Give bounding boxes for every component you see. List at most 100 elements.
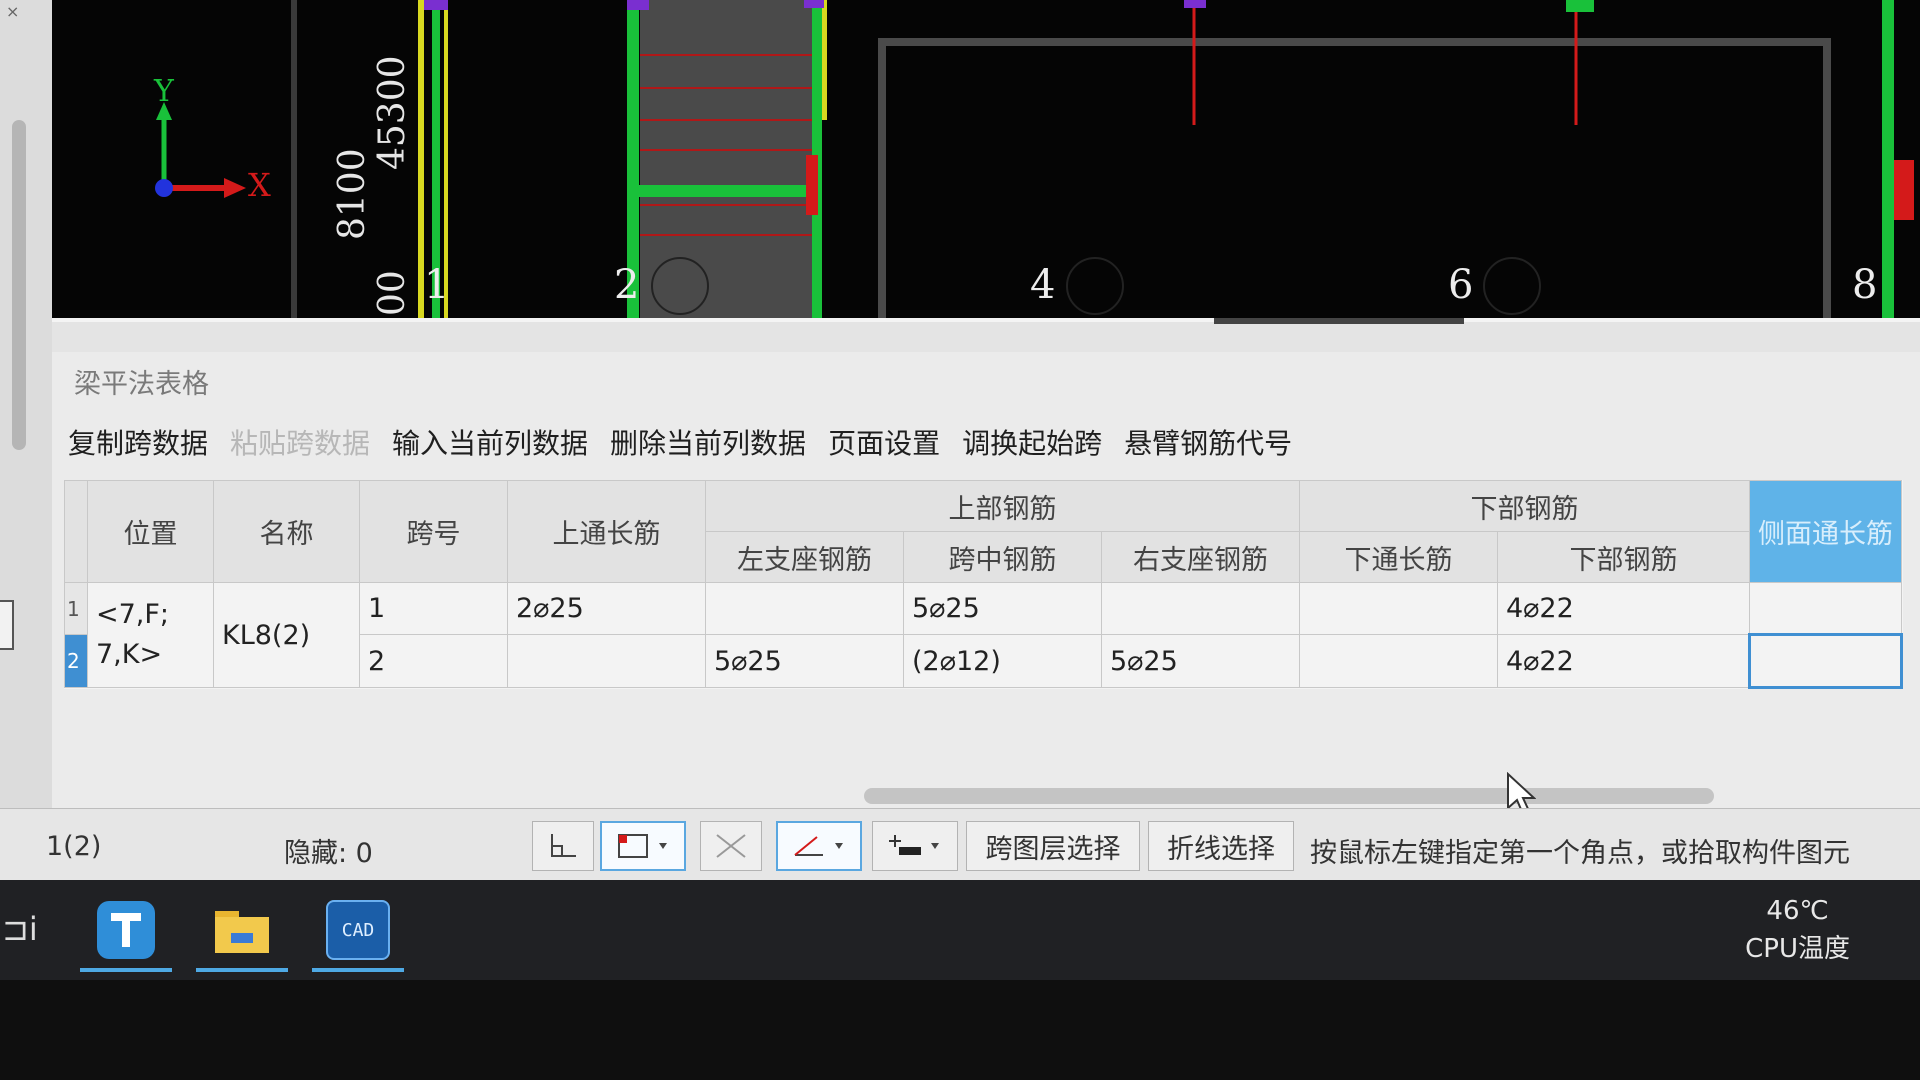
header-row-1: 位置 名称 跨号 上通长筋 上部钢筋 下部钢筋 侧面通长筋	[64, 480, 1902, 583]
axis-number-1: 1	[424, 262, 450, 308]
name-cell[interactable]: KL8(2)	[213, 582, 360, 688]
panel-toolbar: 复制跨数据 粘贴跨数据 输入当前列数据 删除当前列数据 页面设置 调换起始跨 悬…	[68, 422, 1292, 470]
row-number[interactable]: 1	[64, 582, 88, 635]
hidden-count: 隐藏: 0	[284, 838, 373, 869]
axis-bubble	[1066, 257, 1124, 315]
file-explorer-button[interactable]	[196, 898, 288, 972]
axis-number-8: 8	[1852, 262, 1878, 308]
copy-span-button[interactable]: 复制跨数据	[68, 422, 208, 470]
floor-indicator: 1(2)	[46, 831, 102, 862]
axis-bubble	[1483, 257, 1541, 315]
top-left-cell[interactable]	[705, 582, 904, 635]
running-indicator	[312, 968, 404, 972]
cpu-temperature-label: CPU温度	[1745, 934, 1850, 964]
rect-select-icon	[618, 834, 667, 858]
rect-select-button[interactable]	[600, 821, 686, 871]
header-top-mid[interactable]: 跨中钢筋	[903, 531, 1102, 583]
header-bottom-through[interactable]: 下通长筋	[1299, 531, 1498, 583]
bottom-through-cell[interactable]	[1299, 582, 1498, 635]
position-line: <7,F;	[96, 599, 170, 630]
header-top-through[interactable]: 上通长筋	[507, 480, 706, 583]
running-indicator	[196, 968, 288, 972]
header-bottom-bars[interactable]: 下部钢筋	[1497, 531, 1750, 583]
cpu-temperature-widget[interactable]: 46℃ CPU温度	[1745, 892, 1850, 968]
ortho-button[interactable]	[532, 821, 594, 871]
position-line: 7,K>	[96, 639, 163, 670]
side-through-cell[interactable]	[1749, 582, 1902, 635]
file-explorer-icon	[215, 911, 269, 953]
left-side-panel: ×	[0, 0, 53, 880]
red-marker	[1894, 160, 1914, 220]
span-cell[interactable]: 2	[359, 634, 508, 688]
angle-snap-icon	[794, 836, 843, 856]
row-number[interactable]: 2	[64, 634, 88, 688]
top-mid-cell[interactable]: 5⌀25	[903, 582, 1102, 635]
input-column-button[interactable]: 输入当前列数据	[392, 422, 588, 470]
beam-green	[639, 185, 814, 197]
beam-table-panel: 梁平法表格 复制跨数据 粘贴跨数据 输入当前列数据 删除当前列数据 页面设置 调…	[52, 352, 1920, 816]
cad-app-button[interactable]: CAD	[312, 898, 404, 972]
table-row: 1 <7,F; 7,K> KL8(2) 1 2⌀25 5⌀25 4⌀22	[64, 582, 1902, 688]
axis-number-2: 2	[614, 262, 640, 308]
side-tab[interactable]	[0, 600, 14, 650]
ucs-origin	[155, 179, 173, 197]
page-setup-button[interactable]: 页面设置	[828, 422, 940, 470]
top-right-cell[interactable]: 5⌀25	[1101, 634, 1300, 688]
header-top-left[interactable]: 左支座钢筋	[705, 531, 904, 583]
close-icon[interactable]: ×	[6, 2, 19, 21]
top-through-cell[interactable]	[507, 634, 706, 688]
paste-span-button[interactable]: 粘贴跨数据	[230, 422, 370, 470]
delete-column-button[interactable]: 删除当前列数据	[610, 422, 806, 470]
header-top-group: 上部钢筋	[705, 480, 1300, 532]
bottom-through-cell[interactable]	[1299, 634, 1498, 688]
bottom-bars-cell[interactable]: 4⌀22	[1497, 582, 1750, 635]
header-span[interactable]: 跨号	[359, 480, 508, 583]
ucs-y-label: Y	[154, 74, 174, 109]
room-outline	[878, 38, 1831, 318]
snap-mode-icon	[889, 835, 939, 855]
top-left-cell[interactable]: 5⌀25	[705, 634, 904, 688]
red-marker	[806, 155, 818, 215]
running-indicator	[80, 968, 172, 972]
top-through-cell[interactable]: 2⌀25	[507, 582, 706, 635]
header-top-right[interactable]: 右支座钢筋	[1101, 531, 1300, 583]
cad-app-icon: CAD	[326, 900, 390, 960]
header-bottom-group: 下部钢筋	[1299, 480, 1750, 532]
cad-drawing-canvas[interactable]: Y X 1 2 4 6 8 8100 45300 00	[52, 0, 1920, 318]
header-position[interactable]: 位置	[87, 480, 214, 583]
t-app-button[interactable]	[80, 898, 172, 972]
snap-mode-button[interactable]	[872, 821, 958, 871]
swap-start-span-button[interactable]: 调换起始跨	[962, 422, 1102, 470]
vertical-scrollbar[interactable]	[12, 120, 26, 450]
bottom-bars-cell[interactable]: 4⌀22	[1497, 634, 1750, 688]
wall-green	[1882, 0, 1894, 318]
purple-marker	[804, 0, 824, 8]
dimension-00: 00	[372, 270, 413, 316]
top-mid-cell[interactable]: (2⌀12)	[903, 634, 1102, 688]
panel-splitter[interactable]	[52, 318, 1920, 356]
cpu-temperature-value: 46℃	[1766, 896, 1829, 926]
top-right-cell[interactable]	[1101, 582, 1300, 635]
cantilever-code-button[interactable]: 悬臂钢筋代号	[1124, 422, 1292, 470]
axis-number-6: 6	[1448, 262, 1474, 308]
cross-select-button[interactable]	[700, 821, 762, 871]
side-through-cell-selected[interactable]	[1748, 633, 1903, 689]
cross-layer-select-button[interactable]: 跨图层选择	[966, 821, 1140, 871]
header-corner	[64, 480, 88, 583]
t-app-icon	[97, 901, 155, 959]
polyline-select-button[interactable]: 折线选择	[1148, 821, 1294, 871]
horizontal-scrollbar[interactable]	[864, 788, 1714, 804]
position-cell[interactable]: <7,F; 7,K>	[87, 582, 214, 688]
span-cell[interactable]: 1	[359, 582, 508, 635]
purple-marker	[424, 0, 448, 10]
header-side-through[interactable]: 侧面通长筋	[1749, 480, 1902, 583]
angle-snap-button[interactable]	[776, 821, 862, 871]
ucs-x-label: X	[248, 166, 271, 204]
ortho-icon	[551, 834, 576, 857]
splitter-grip[interactable]	[1214, 318, 1464, 324]
header-name[interactable]: 名称	[213, 480, 360, 583]
purple-marker	[627, 0, 649, 10]
panel-title: 梁平法表格	[74, 369, 209, 400]
ucs-x-arrow	[224, 178, 246, 198]
dimension-45300: 45300	[372, 55, 413, 170]
